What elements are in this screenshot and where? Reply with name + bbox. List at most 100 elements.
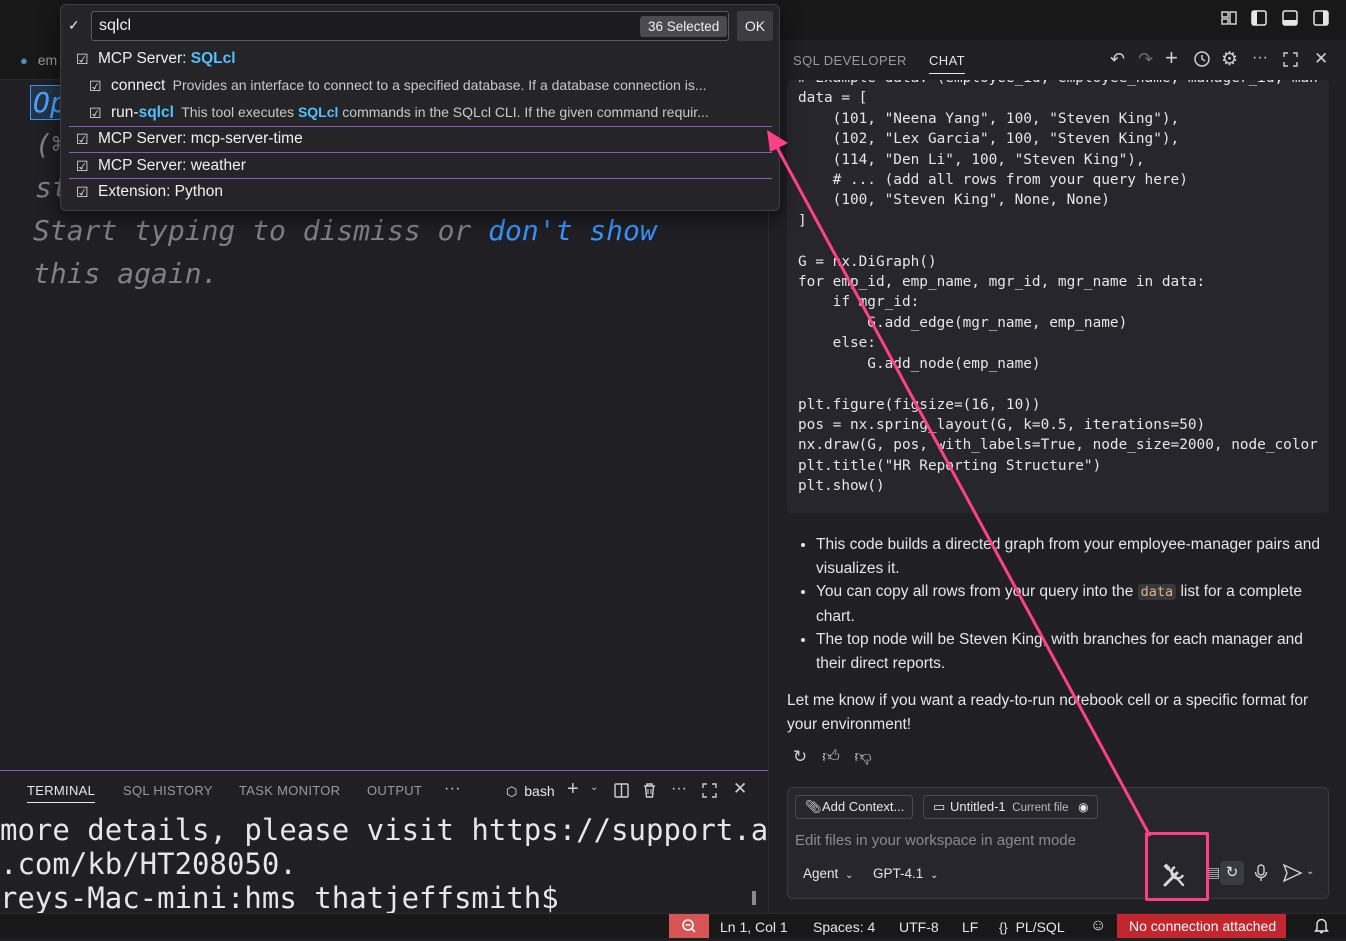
checkbox[interactable]: ☑ (76, 132, 90, 146)
maximize-panel-icon[interactable] (702, 783, 717, 803)
current-file-sub: Current file (1012, 802, 1069, 814)
tool-group-sqlcl[interactable]: MCP Server: SQLcl (98, 50, 236, 68)
checkbox[interactable]: ☑ (89, 106, 103, 120)
customize-layout-icon[interactable] (1221, 10, 1237, 25)
terminal-prompt-line[interactable]: reys-Mac-mini:hms thatjeffsmith$ (0, 881, 576, 915)
quick-pick-filter-value: sqlcl (99, 17, 132, 34)
tab-chat[interactable]: CHAT (929, 53, 966, 74)
tab-terminal[interactable]: TERMINAL (27, 783, 96, 803)
python-file-icon: ● (20, 53, 28, 68)
editor-tab[interactable]: ● em (20, 52, 57, 68)
tab-sql-history[interactable]: SQL HISTORY (123, 783, 213, 798)
editor-tab-label: em (37, 52, 58, 68)
auto-approve-icon[interactable]: ↻ (1220, 861, 1244, 885)
new-chat-icon[interactable]: + (1165, 45, 1178, 71)
dont-show-again-link[interactable]: don't show (488, 214, 657, 247)
current-file-chip[interactable]: ▭ Untitled-1 Current file ◉ (923, 795, 1098, 819)
undo-icon[interactable]: ↶ (1110, 49, 1125, 70)
gear-icon[interactable]: ⚙ (1221, 48, 1238, 71)
more-actions-icon[interactable]: ··· (1252, 49, 1268, 67)
code-block[interactable]: # Example data: (employee_id, employee_n… (787, 80, 1329, 513)
code-block-content: # Example data: (employee_id, employee_n… (798, 80, 1318, 495)
trash-icon[interactable] (642, 782, 657, 803)
encoding[interactable]: UTF-8 (899, 919, 939, 935)
paperclip-icon: 📎︎ (805, 799, 822, 814)
chevron-down-icon: ⌄ (930, 870, 939, 881)
list-item: You can copy all rows from your query in… (816, 580, 1332, 628)
checkbox[interactable]: ☑ (89, 79, 103, 93)
description-text: commands in the SQLcl CLI. If the given … (338, 104, 709, 120)
status-bar: Ln 1, Col 1 Spaces: 4 UTF-8 LF {} PL/SQL… (0, 913, 1346, 938)
selection-divider (69, 126, 772, 127)
zoom-icon[interactable] (669, 914, 709, 938)
add-context-button[interactable]: 📎︎ Add Context... (795, 795, 914, 819)
toggle-panel-icon[interactable] (1282, 10, 1298, 31)
tool-item-description: This tool executes SQLcl commands in the… (181, 104, 709, 120)
terminal-icon: ⬡ (506, 784, 518, 799)
send-icon[interactable] (1282, 863, 1303, 887)
terminal-output-line: more details, please visit https://suppo… (0, 813, 769, 847)
current-file-name: Untitled-1 (950, 799, 1006, 814)
terminal-shell-selector[interactable]: ⬡ bash (506, 783, 555, 800)
tool-item-run-sqlcl[interactable]: run-sqlcl This tool executes SQLcl comma… (111, 104, 759, 122)
tool-group-mcp-server-time[interactable]: MCP Server: mcp-server-time (98, 130, 303, 148)
checkbox[interactable]: ☑ (76, 159, 90, 173)
redo-icon[interactable]: ↷ (1138, 49, 1153, 70)
chevron-down-icon[interactable]: ⌄ (590, 782, 598, 793)
end-of-line[interactable]: LF (962, 919, 978, 935)
tool-item-label: connect (111, 77, 166, 94)
select-all-checkbox[interactable]: ✓ (68, 18, 82, 32)
quick-pick-filter-input[interactable] (91, 11, 729, 41)
terminal-scrollbar[interactable] (752, 891, 756, 905)
thumbs-up-icon[interactable]: 👍︎ (822, 748, 840, 766)
model-picker[interactable]: GPT-4.1 ⌄ (873, 866, 938, 881)
checkbox[interactable]: ☑ (76, 52, 90, 66)
description-text: This tool executes (181, 104, 298, 120)
connection-status[interactable]: No connection attached (1117, 914, 1287, 938)
more-tabs-button[interactable]: ··· (444, 780, 461, 798)
maximize-chat-icon[interactable] (1283, 52, 1298, 72)
tool-item-connect[interactable]: connect Provides an interface to connect… (111, 77, 759, 95)
match-highlight: sqlcl (138, 104, 174, 121)
annotation-highlight-box (1145, 832, 1209, 901)
chevron-down-icon[interactable]: ⌄ (1306, 866, 1314, 877)
tab-output[interactable]: OUTPUT (367, 783, 422, 798)
bell-icon[interactable] (1314, 917, 1329, 937)
selected-count-badge: 36 Selected (640, 16, 728, 37)
split-terminal-icon[interactable] (614, 783, 629, 803)
microphone-icon[interactable] (1254, 864, 1268, 887)
toggle-secondary-sidebar-icon[interactable] (1313, 10, 1329, 31)
thumbs-down-icon[interactable]: 👎︎ (854, 748, 872, 766)
eye-icon[interactable]: ◉ (1078, 800, 1088, 814)
history-icon[interactable] (1193, 50, 1211, 73)
hint-line-again: this again. (33, 257, 219, 290)
checkbox[interactable]: ☑ (76, 185, 90, 199)
new-terminal-icon[interactable]: + (567, 778, 579, 801)
list-item-text: You can copy all rows from your query in… (816, 583, 1138, 600)
tool-item-description: Provides an interface to connect to a sp… (172, 77, 707, 93)
terminal-shell-label: bash (524, 783, 555, 799)
chat-input[interactable]: Edit files in your workspace in agent mo… (795, 832, 1076, 849)
tab-task-monitor[interactable]: TASK MONITOR (239, 783, 340, 798)
chat-response-closing: Let me know if you want a ready-to-run n… (787, 692, 1309, 733)
toggle-sidebar-icon[interactable] (1251, 10, 1267, 31)
bottom-panel: TERMINAL SQL HISTORY TASK MONITOR OUTPUT… (0, 770, 769, 915)
match-highlight: SQLcl (190, 50, 236, 67)
add-context-label: Add Context... (822, 799, 905, 814)
retry-icon[interactable]: ↻ (791, 748, 809, 766)
cursor-position[interactable]: Ln 1, Col 1 (720, 919, 788, 935)
tool-group-python[interactable]: Extension: Python (98, 183, 223, 201)
indentation[interactable]: Spaces: 4 (813, 919, 875, 935)
copilot-icon[interactable]: ☺ (1090, 917, 1106, 935)
tab-sql-developer[interactable]: SQL DEVELOPER (793, 53, 907, 68)
mode-picker[interactable]: Agent ⌄ (803, 866, 853, 881)
close-panel-icon[interactable]: ✕ (733, 779, 747, 799)
chat-response-bullets: This code builds a directed graph from y… (787, 533, 1332, 675)
ok-button[interactable]: OK (737, 11, 773, 41)
language-mode[interactable]: {} PL/SQL (999, 919, 1065, 935)
close-chat-icon[interactable]: ✕ (1314, 49, 1328, 69)
mode-label: Agent (803, 866, 839, 881)
chevron-down-icon: ⌄ (845, 870, 854, 881)
tool-group-weather[interactable]: MCP Server: weather (98, 157, 246, 175)
more-actions-icon[interactable]: ··· (671, 780, 687, 798)
